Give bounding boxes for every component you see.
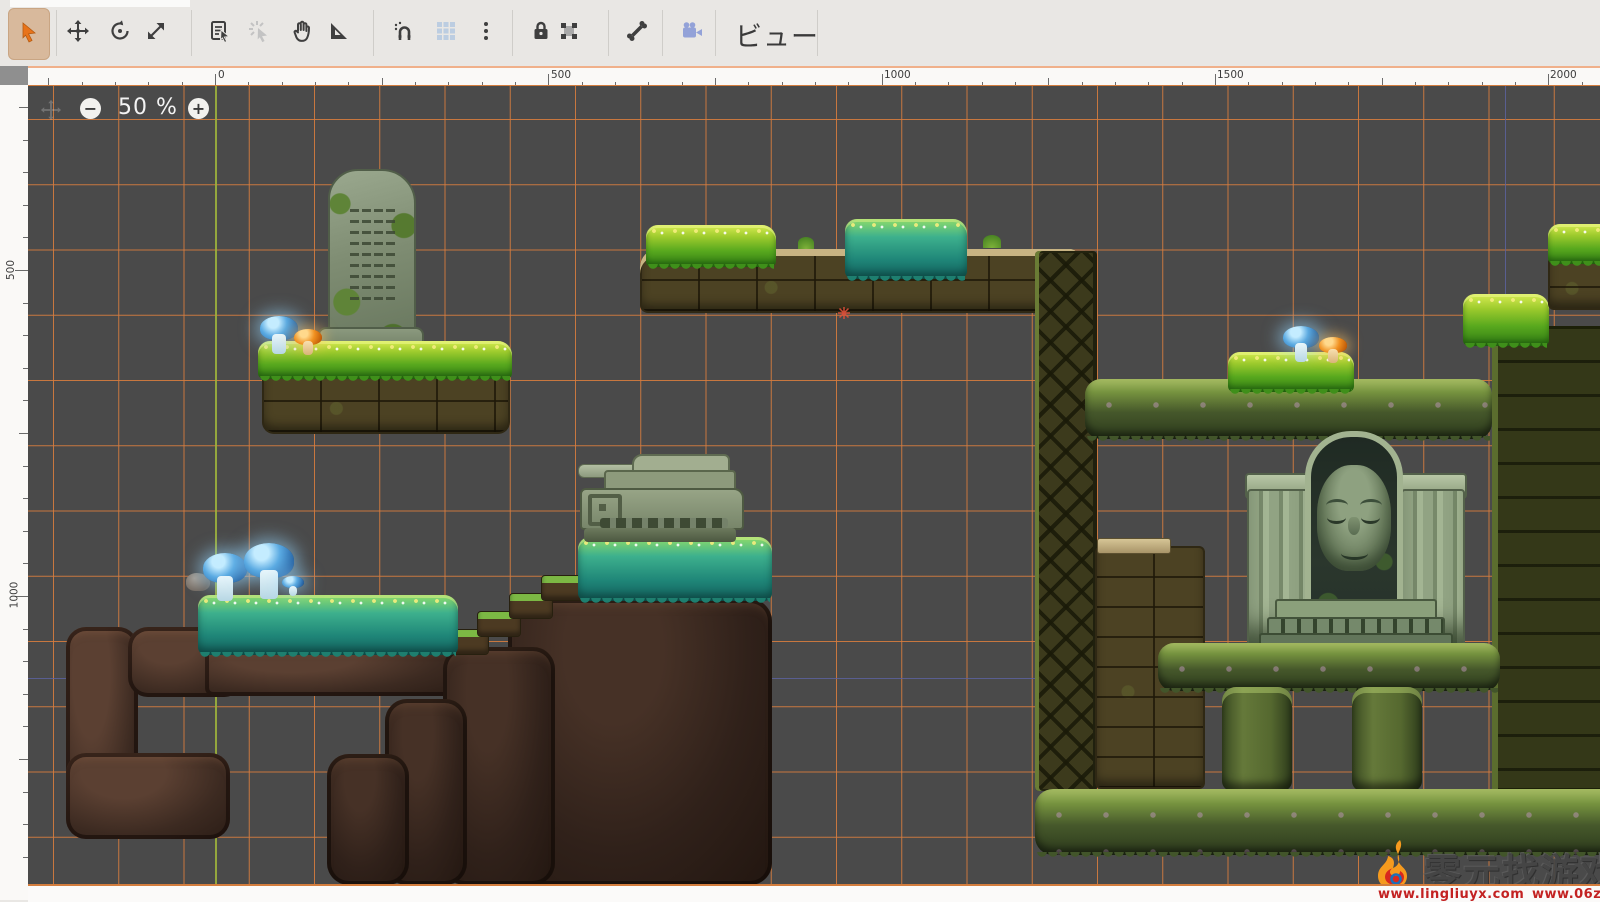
- statue-nose: [1348, 517, 1360, 535]
- object-plant-tuft[interactable]: [798, 237, 814, 249]
- camera-icon: [680, 19, 704, 47]
- rotate-icon: [108, 19, 132, 47]
- ruler-label: 1500: [1217, 69, 1244, 81]
- scale-icon: [144, 19, 168, 47]
- toolbar-separator: [662, 10, 663, 56]
- toolbar-separator: [512, 10, 513, 56]
- move-icon: [66, 19, 90, 47]
- toolbar: ビュー: [0, 0, 1600, 67]
- object-ruined-stone-tank[interactable]: [578, 454, 744, 546]
- ruler-bottom-corner: [0, 884, 28, 900]
- magnet-snap-tool-button[interactable]: [387, 12, 421, 54]
- toolbar-separator: [715, 10, 716, 56]
- camera-tool-button[interactable]: [675, 12, 709, 54]
- horizontal-scrollbar-track[interactable]: www.lingliuyx.com www.06zyx.com: [28, 884, 1600, 902]
- magnet-icon: [392, 19, 416, 47]
- list-select-icon: [208, 19, 232, 47]
- scale-tool-button[interactable]: [139, 12, 173, 54]
- object-blue-mushroom-small[interactable]: [282, 576, 304, 596]
- tile-mossy-beam[interactable]: [1158, 643, 1500, 691]
- ruler-vertical[interactable]: 500 1000: [0, 85, 29, 900]
- tile-lime-grass-ledge[interactable]: [1548, 224, 1600, 264]
- more-options-button[interactable]: [469, 12, 503, 54]
- statue-mouth: [1341, 547, 1368, 560]
- zoom-level-label: 50 %: [112, 95, 184, 120]
- tile-teal-grass-ledge[interactable]: [578, 537, 772, 601]
- transform-anchor-tool-button[interactable]: [552, 12, 586, 54]
- hand-icon: [290, 19, 314, 47]
- ruler-label: 500: [5, 260, 17, 280]
- object-orange-mushroom[interactable]: [1319, 337, 1347, 363]
- ellipsis-icon: [474, 19, 498, 47]
- level-editor-canvas[interactable]: − 50 % + 零元找游戏: [28, 85, 1600, 885]
- tile-teal-grass-cap[interactable]: [845, 219, 967, 279]
- tile-dark-column[interactable]: [1492, 326, 1600, 791]
- ruler-tick: [19, 107, 28, 108]
- move-tool-button[interactable]: [61, 12, 95, 54]
- ruler-label: 500: [551, 69, 571, 81]
- statue-eye: [1361, 511, 1380, 524]
- tile-dark-mass[interactable]: [327, 754, 409, 885]
- tile-lime-grass-cap[interactable]: [646, 225, 776, 267]
- grid-icon: [434, 19, 458, 47]
- ruler-horizontal[interactable]: 0 500 1000 1500 2000: [28, 66, 1600, 87]
- view-menu-label: ビュー: [735, 15, 819, 54]
- transform-anchor-icon: [557, 19, 581, 47]
- tile-brown-rock-foot[interactable]: [66, 753, 230, 839]
- toolbar-separator: [56, 10, 57, 56]
- ruler-label: 0: [218, 69, 225, 81]
- lock-icon: [529, 19, 553, 47]
- object-origin-marker[interactable]: [837, 305, 851, 319]
- ruler-label: 1000: [8, 582, 20, 609]
- ruler-label: 2000: [1550, 69, 1577, 81]
- tank-slots: [600, 518, 728, 528]
- tile-lime-grass-mound[interactable]: [1463, 294, 1549, 346]
- snap-click-tool-button[interactable]: [242, 12, 276, 54]
- view-menu-button[interactable]: ビュー: [735, 14, 819, 54]
- snap-cursor-icon: [247, 19, 271, 47]
- gravestone-inscription: [350, 209, 396, 305]
- tile-mossy-pillar[interactable]: [1222, 687, 1292, 791]
- ruler-tick: [19, 433, 28, 434]
- object-plant-tuft[interactable]: [983, 235, 1001, 248]
- tile-teal-grass-ledge[interactable]: [198, 595, 458, 655]
- cursor-icon: [17, 20, 41, 48]
- grid-toggle-button[interactable]: [429, 12, 463, 54]
- toolbar-separator: [817, 10, 818, 56]
- toolbar-separator: [373, 10, 374, 56]
- zoom-out-button[interactable]: −: [80, 98, 101, 119]
- tank-skirt: [584, 528, 736, 542]
- object-stone-face-statue[interactable]: [1245, 431, 1463, 649]
- ruler-tick: [19, 759, 28, 760]
- statue-face: [1317, 465, 1391, 571]
- tile-diamond-pillar[interactable]: [1035, 251, 1097, 791]
- object-blue-mushroom[interactable]: [1283, 326, 1319, 362]
- ruler-corner-box: [0, 66, 28, 86]
- object-blue-mushroom[interactable]: [203, 553, 247, 601]
- pan-ghost-icon: [40, 99, 62, 125]
- toolbar-separator: [608, 10, 609, 56]
- watermark-logo: [1370, 838, 1420, 885]
- rotate-tool-button[interactable]: [103, 12, 137, 54]
- tile-beige-cap[interactable]: [1097, 538, 1171, 554]
- tile-mossy-pillar[interactable]: [1352, 687, 1422, 791]
- object-orange-mushroom[interactable]: [294, 329, 322, 355]
- toolbar-top-strip: [10, 0, 190, 7]
- bone-icon: [625, 19, 649, 47]
- object-mossy-gravestone[interactable]: [328, 169, 416, 355]
- object-blue-mushroom[interactable]: [260, 316, 298, 354]
- pan-hand-tool-button[interactable]: [285, 12, 319, 54]
- watermark: 零元找游戏: [1366, 834, 1600, 885]
- measure-triangle-tool-button[interactable]: [322, 12, 356, 54]
- toolbar-separator: [191, 10, 192, 56]
- set-square-icon: [327, 19, 351, 47]
- select-list-tool-button[interactable]: [203, 12, 237, 54]
- select-tool-button[interactable]: [8, 8, 50, 60]
- watermark-title: 零元找游戏: [1424, 842, 1600, 885]
- statue-eye: [1327, 511, 1346, 524]
- bone-tool-button[interactable]: [620, 12, 654, 54]
- ruler-label: 1000: [884, 69, 911, 81]
- zoom-in-button[interactable]: +: [188, 98, 209, 119]
